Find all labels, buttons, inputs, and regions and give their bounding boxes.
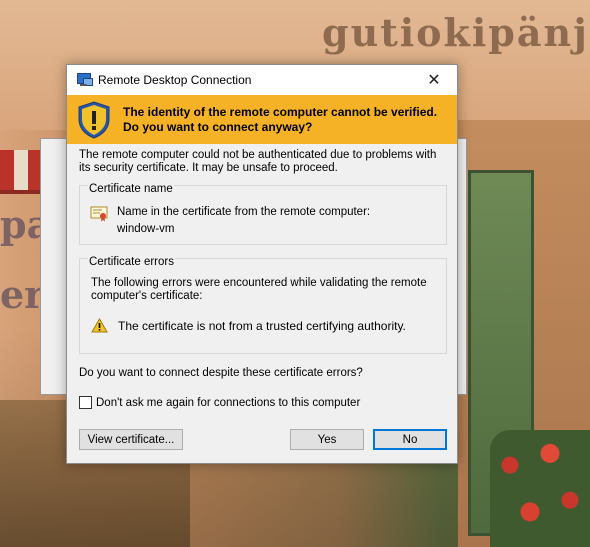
yes-button[interactable]: Yes bbox=[290, 429, 364, 450]
window-title: Remote Desktop Connection bbox=[98, 73, 252, 87]
view-certificate-button[interactable]: View certificate... bbox=[79, 429, 183, 450]
certificate-error-text: The certificate is not from a trusted ce… bbox=[118, 318, 406, 333]
warning-banner: The identity of the remote computer cann… bbox=[67, 95, 457, 144]
checkbox-label[interactable]: Don't ask me again for connections to th… bbox=[96, 397, 360, 409]
checkbox-box[interactable] bbox=[79, 396, 92, 409]
warning-shield-icon bbox=[78, 100, 110, 139]
certificate-errors-group: Certificate errors The following errors … bbox=[79, 256, 447, 354]
connect-question: Do you want to connect despite these cer… bbox=[79, 367, 363, 379]
no-button[interactable]: No bbox=[373, 429, 447, 450]
description-text: The remote computer could not be authent… bbox=[79, 149, 437, 174]
warning-triangle-icon bbox=[91, 318, 108, 333]
certificate-name-row: Name in the certificate from the remote … bbox=[90, 204, 370, 238]
certificate-error-item: The certificate is not from a trusted ce… bbox=[91, 318, 406, 333]
close-button[interactable]: ✕ bbox=[411, 65, 457, 95]
certificate-errors-label: Certificate errors bbox=[88, 256, 175, 268]
certificate-errors-intro: The following errors were encountered wh… bbox=[91, 277, 427, 302]
wallpaper-shop-sign: gutiokipänja bbox=[322, 10, 590, 55]
certificate-name-group: Certificate name Name in the certificate… bbox=[79, 183, 447, 245]
certificate-name-intro: Name in the certificate from the remote … bbox=[117, 206, 371, 218]
dont-ask-again-checkbox[interactable]: Don't ask me again for connections to th… bbox=[79, 396, 360, 409]
certificate-name-value: window-vm bbox=[117, 223, 175, 235]
certificate-name-label: Certificate name bbox=[88, 183, 174, 195]
rdp-certificate-dialog: Remote Desktop Connection ✕ The identity… bbox=[66, 64, 458, 464]
title-bar[interactable]: Remote Desktop Connection ✕ bbox=[67, 65, 457, 95]
certificate-icon bbox=[90, 206, 108, 222]
warning-message: The identity of the remote computer cann… bbox=[123, 104, 438, 134]
remote-desktop-icon bbox=[76, 72, 93, 88]
wallpaper-flowers bbox=[490, 430, 590, 547]
